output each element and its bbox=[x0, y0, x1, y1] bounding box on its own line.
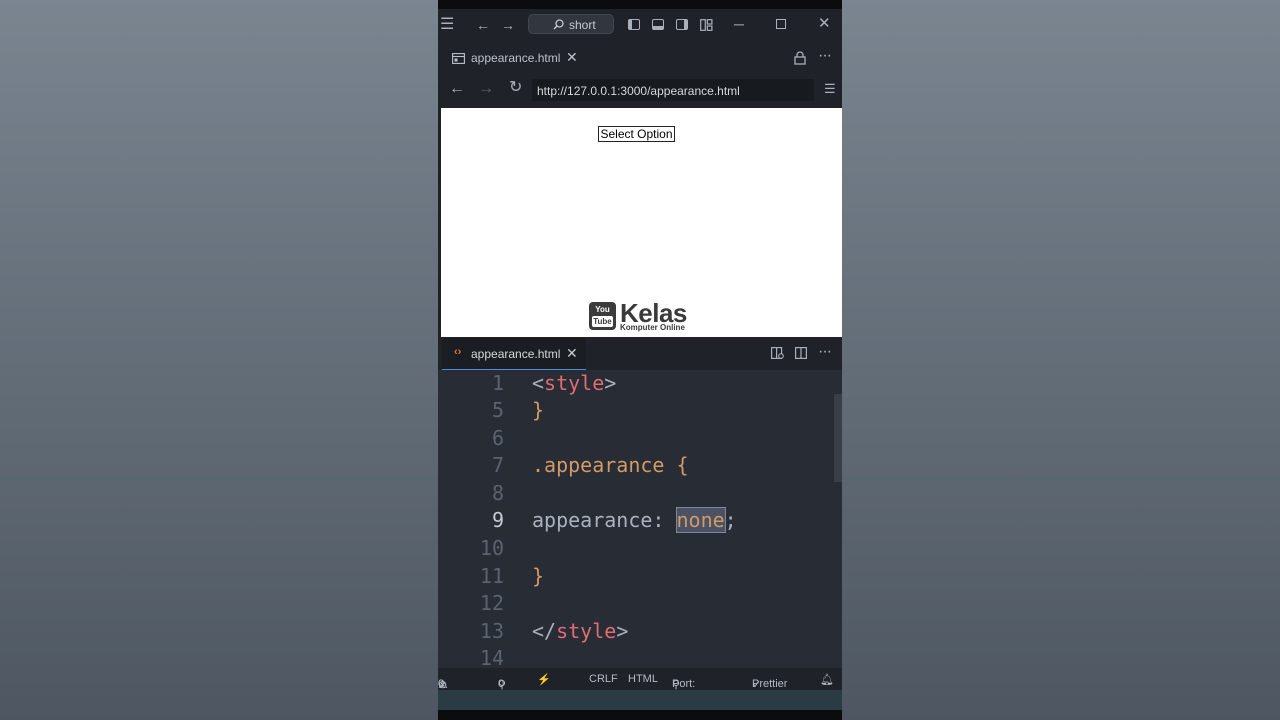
code-line: 11 } bbox=[438, 563, 838, 590]
browser-preview: Select Option You Tube Kelas Komputer On… bbox=[441, 108, 842, 337]
lock-icon[interactable] bbox=[794, 51, 806, 65]
code-line: 5 } bbox=[438, 397, 838, 424]
code-text: appearance: none; bbox=[532, 507, 737, 533]
split-editor-icon[interactable] bbox=[795, 347, 807, 359]
editor-more-actions-icon[interactable]: ··· bbox=[818, 344, 832, 360]
command-center-label: short bbox=[569, 18, 596, 32]
browser-tab-bar: appearance.html ✕ ··· bbox=[438, 42, 842, 75]
search-icon bbox=[553, 19, 564, 30]
lightning-icon[interactable]: ⚡ bbox=[537, 673, 551, 686]
close-editor-tab-icon[interactable]: ✕ bbox=[566, 345, 578, 362]
status-bar: ⊗ 0 ⚠ 0 ⚲ 0 ⚡ CRLF HTML ⚲ Port: 3000 ✓ P… bbox=[438, 668, 842, 702]
line-number: 11 bbox=[479, 564, 504, 588]
top-strip bbox=[438, 0, 842, 9]
bottom-strip bbox=[438, 690, 842, 710]
code-text: </style> bbox=[532, 619, 629, 643]
code-line: 14 bbox=[438, 645, 838, 668]
code-line: 10 bbox=[438, 535, 838, 562]
browser-back-icon[interactable]: ← bbox=[449, 81, 465, 97]
editor-scrollbar[interactable] bbox=[834, 394, 842, 482]
code-editor[interactable]: 1 <style> 5 } 6 7 .appearance { 8 9 appe… bbox=[438, 370, 842, 668]
code-line: 7 .appearance { bbox=[438, 452, 838, 479]
line-number: 7 bbox=[491, 453, 504, 477]
line-number: 9 bbox=[491, 508, 504, 532]
notifications-bell-icon[interactable]: 🔔︎ bbox=[820, 673, 834, 686]
line-number: 6 bbox=[491, 426, 504, 450]
selected-value: none bbox=[675, 507, 726, 533]
toggle-primary-sidebar-icon[interactable] bbox=[628, 19, 640, 30]
code-line: 8 bbox=[438, 480, 838, 507]
line-number: 1 bbox=[491, 371, 504, 395]
browser-nav-bar: ← → ↻ http://127.0.0.1:3000/appearance.h… bbox=[438, 74, 842, 107]
code-line-current: 9 appearance: none; bbox=[438, 507, 838, 534]
close-window-icon[interactable]: ✕ bbox=[818, 16, 831, 31]
language-mode[interactable]: HTML bbox=[628, 673, 658, 685]
code-text: <style> bbox=[532, 371, 617, 395]
reload-icon[interactable]: ↻ bbox=[509, 80, 522, 96]
browser-tab[interactable]: appearance.html ✕ bbox=[438, 42, 586, 74]
line-number: 10 bbox=[479, 536, 504, 560]
kelas-komputer-logo: You Tube Kelas Komputer Online bbox=[589, 298, 699, 334]
line-number: 5 bbox=[491, 398, 504, 422]
title-bar: ☰ ← → short ─ ✕ bbox=[438, 9, 842, 42]
line-number: 14 bbox=[479, 646, 504, 668]
customize-layout-icon[interactable] bbox=[700, 19, 713, 31]
code-text: } bbox=[532, 564, 545, 588]
line-number: 8 bbox=[491, 481, 504, 505]
logo-subtitle: Komputer Online bbox=[620, 323, 685, 332]
code-text: .appearance { bbox=[532, 453, 689, 477]
back-arrow-icon[interactable]: ← bbox=[476, 18, 490, 32]
browser-tab-title: appearance.html bbox=[471, 51, 561, 65]
code-line: 6 bbox=[438, 425, 838, 452]
phone-frame: ☰ ← → short ─ ✕ appearance.html ✕ ··· ← … bbox=[438, 0, 842, 720]
line-number: 12 bbox=[479, 591, 504, 615]
code-line: 12 bbox=[438, 590, 838, 617]
code-line: 1 <style> bbox=[438, 370, 838, 397]
line-number: 13 bbox=[479, 619, 504, 643]
open-preview-icon[interactable] bbox=[771, 347, 784, 359]
browser-forward-icon[interactable]: → bbox=[478, 81, 494, 97]
youtube-badge: You Tube bbox=[589, 302, 616, 330]
maximize-icon[interactable] bbox=[776, 19, 786, 29]
more-actions-icon[interactable]: ··· bbox=[818, 48, 832, 64]
close-tab-icon[interactable]: ✕ bbox=[566, 49, 578, 66]
url-input[interactable]: http://127.0.0.1:3000/appearance.html bbox=[532, 79, 814, 101]
select-option-dropdown[interactable]: Select Option bbox=[598, 126, 675, 142]
youtube-badge-top: You bbox=[595, 305, 610, 314]
eol-indicator[interactable]: CRLF bbox=[589, 673, 618, 685]
toggle-secondary-sidebar-icon[interactable] bbox=[676, 19, 688, 30]
bottom-black-strip bbox=[438, 710, 842, 720]
hamburger-menu-icon[interactable]: ☰ bbox=[440, 17, 454, 33]
forward-arrow-icon[interactable]: → bbox=[501, 18, 515, 32]
html-file-icon: ‹› bbox=[454, 346, 462, 358]
editor-tab-bar: ‹› appearance.html ✕ ··· bbox=[438, 338, 842, 370]
editor-tab-title: appearance.html bbox=[471, 347, 561, 361]
toggle-panel-icon[interactable] bbox=[652, 19, 664, 30]
youtube-badge-bottom: Tube bbox=[592, 316, 613, 327]
minimize-icon[interactable]: ─ bbox=[734, 17, 744, 31]
code-line: 13 </style> bbox=[438, 618, 838, 645]
command-center[interactable]: short bbox=[528, 14, 614, 34]
code-text: } bbox=[532, 398, 545, 422]
browser-preview-icon bbox=[452, 53, 465, 64]
browser-menu-icon[interactable]: ☰ bbox=[824, 82, 836, 96]
editor-tab[interactable]: ‹› appearance.html ✕ bbox=[442, 338, 586, 370]
